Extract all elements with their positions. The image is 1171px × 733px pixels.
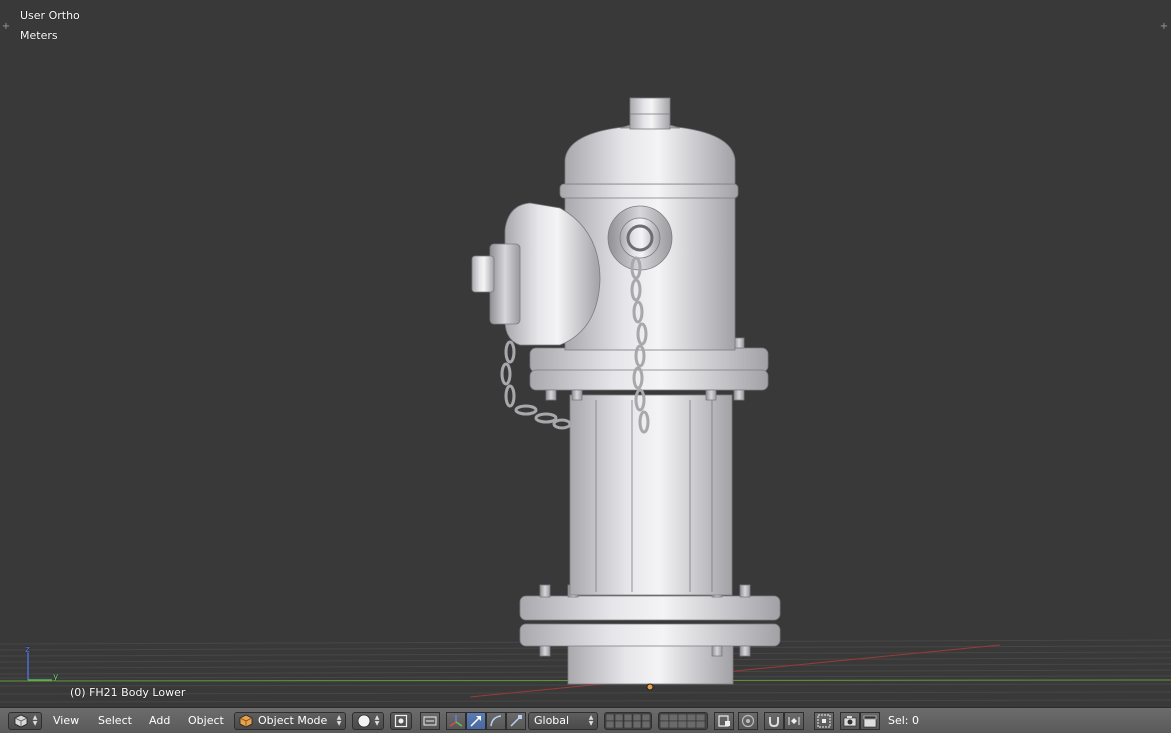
orientation-label: Global [534,714,570,727]
camera-icon [843,716,857,727]
updown-arrows-icon: ▲ ▼ [588,714,594,727]
layers-block-2[interactable] [658,712,708,730]
opengl-render-animation-button[interactable] [860,712,880,730]
menu-view[interactable]: View [53,713,79,729]
updown-arrows-icon: ▲ ▼ [336,714,342,727]
lock-layers-button[interactable] [714,712,734,730]
layer-grid-icon [659,713,706,729]
snap-target-icon [817,714,831,728]
object-info: (0) FH21 Body Lower [70,686,186,699]
menu-select[interactable]: Select [98,713,132,729]
transform-affect-button[interactable] [420,712,440,730]
proportional-circle-icon [741,714,755,728]
axis-z-label: z [25,645,30,655]
region-expand-right[interactable]: + [1159,22,1169,32]
dots-grid-icon [423,716,437,726]
snap-element-button[interactable] [784,712,804,730]
snap-toggle-button[interactable] [764,712,784,730]
scale-arrow-icon [510,715,522,727]
layer-grid-icon [605,713,651,729]
layers-block-1[interactable] [604,712,652,730]
snap-increment-icon [788,717,800,725]
updown-arrows-icon: ▲ ▼ [374,714,380,727]
view-label: User Ortho [20,9,80,22]
units-label: Meters [20,29,58,42]
mode-dropdown[interactable]: Object Mode ▲ ▼ [234,712,346,730]
editor-type-selector[interactable]: ▲ ▼ [8,712,42,730]
orientation-dropdown[interactable]: Global ▲ ▼ [528,712,598,730]
manipulator-icon [449,715,463,727]
clapperboard-icon [863,715,877,728]
menu-object[interactable]: Object [188,713,224,729]
rotate-arc-icon [490,715,502,727]
opengl-render-button[interactable] [840,712,860,730]
hydrant-model [471,97,781,685]
cube-icon [14,714,28,728]
translate-manipulator-button[interactable] [466,712,486,730]
viewport-shading-selector[interactable]: ▲ ▼ [352,712,384,730]
magnet-icon [769,717,779,728]
object-origin [646,683,654,691]
axis-y-label: y [53,672,59,682]
manipulator-toggle-button[interactable] [446,712,466,730]
solid-sphere-icon [357,714,371,728]
updown-arrows-icon: ▲ ▼ [32,714,38,727]
pivot-point-selector[interactable] [390,712,412,730]
selection-status: Sel: 0 [888,714,920,727]
viewport-scene [0,97,1171,703]
snap-target-button[interactable] [814,712,834,730]
menu-add[interactable]: Add [149,713,170,729]
lock-scene-icon [718,715,730,727]
3d-viewport[interactable]: User Ortho Meters (0) FH21 Body Lower z … [0,0,1171,707]
viewport-header: ▲ ▼ View Select Add Object Object Mode ▲ ▼… [0,707,1171,733]
region-expand-left[interactable]: + [1,22,11,32]
mode-label: Object Mode [258,714,328,727]
rotate-manipulator-button[interactable] [486,712,506,730]
scale-manipulator-button[interactable] [506,712,526,730]
arrow-icon [470,716,481,727]
object-mode-icon [239,714,253,728]
proportional-editing-button[interactable] [738,712,758,730]
pivot-icon [394,714,408,728]
